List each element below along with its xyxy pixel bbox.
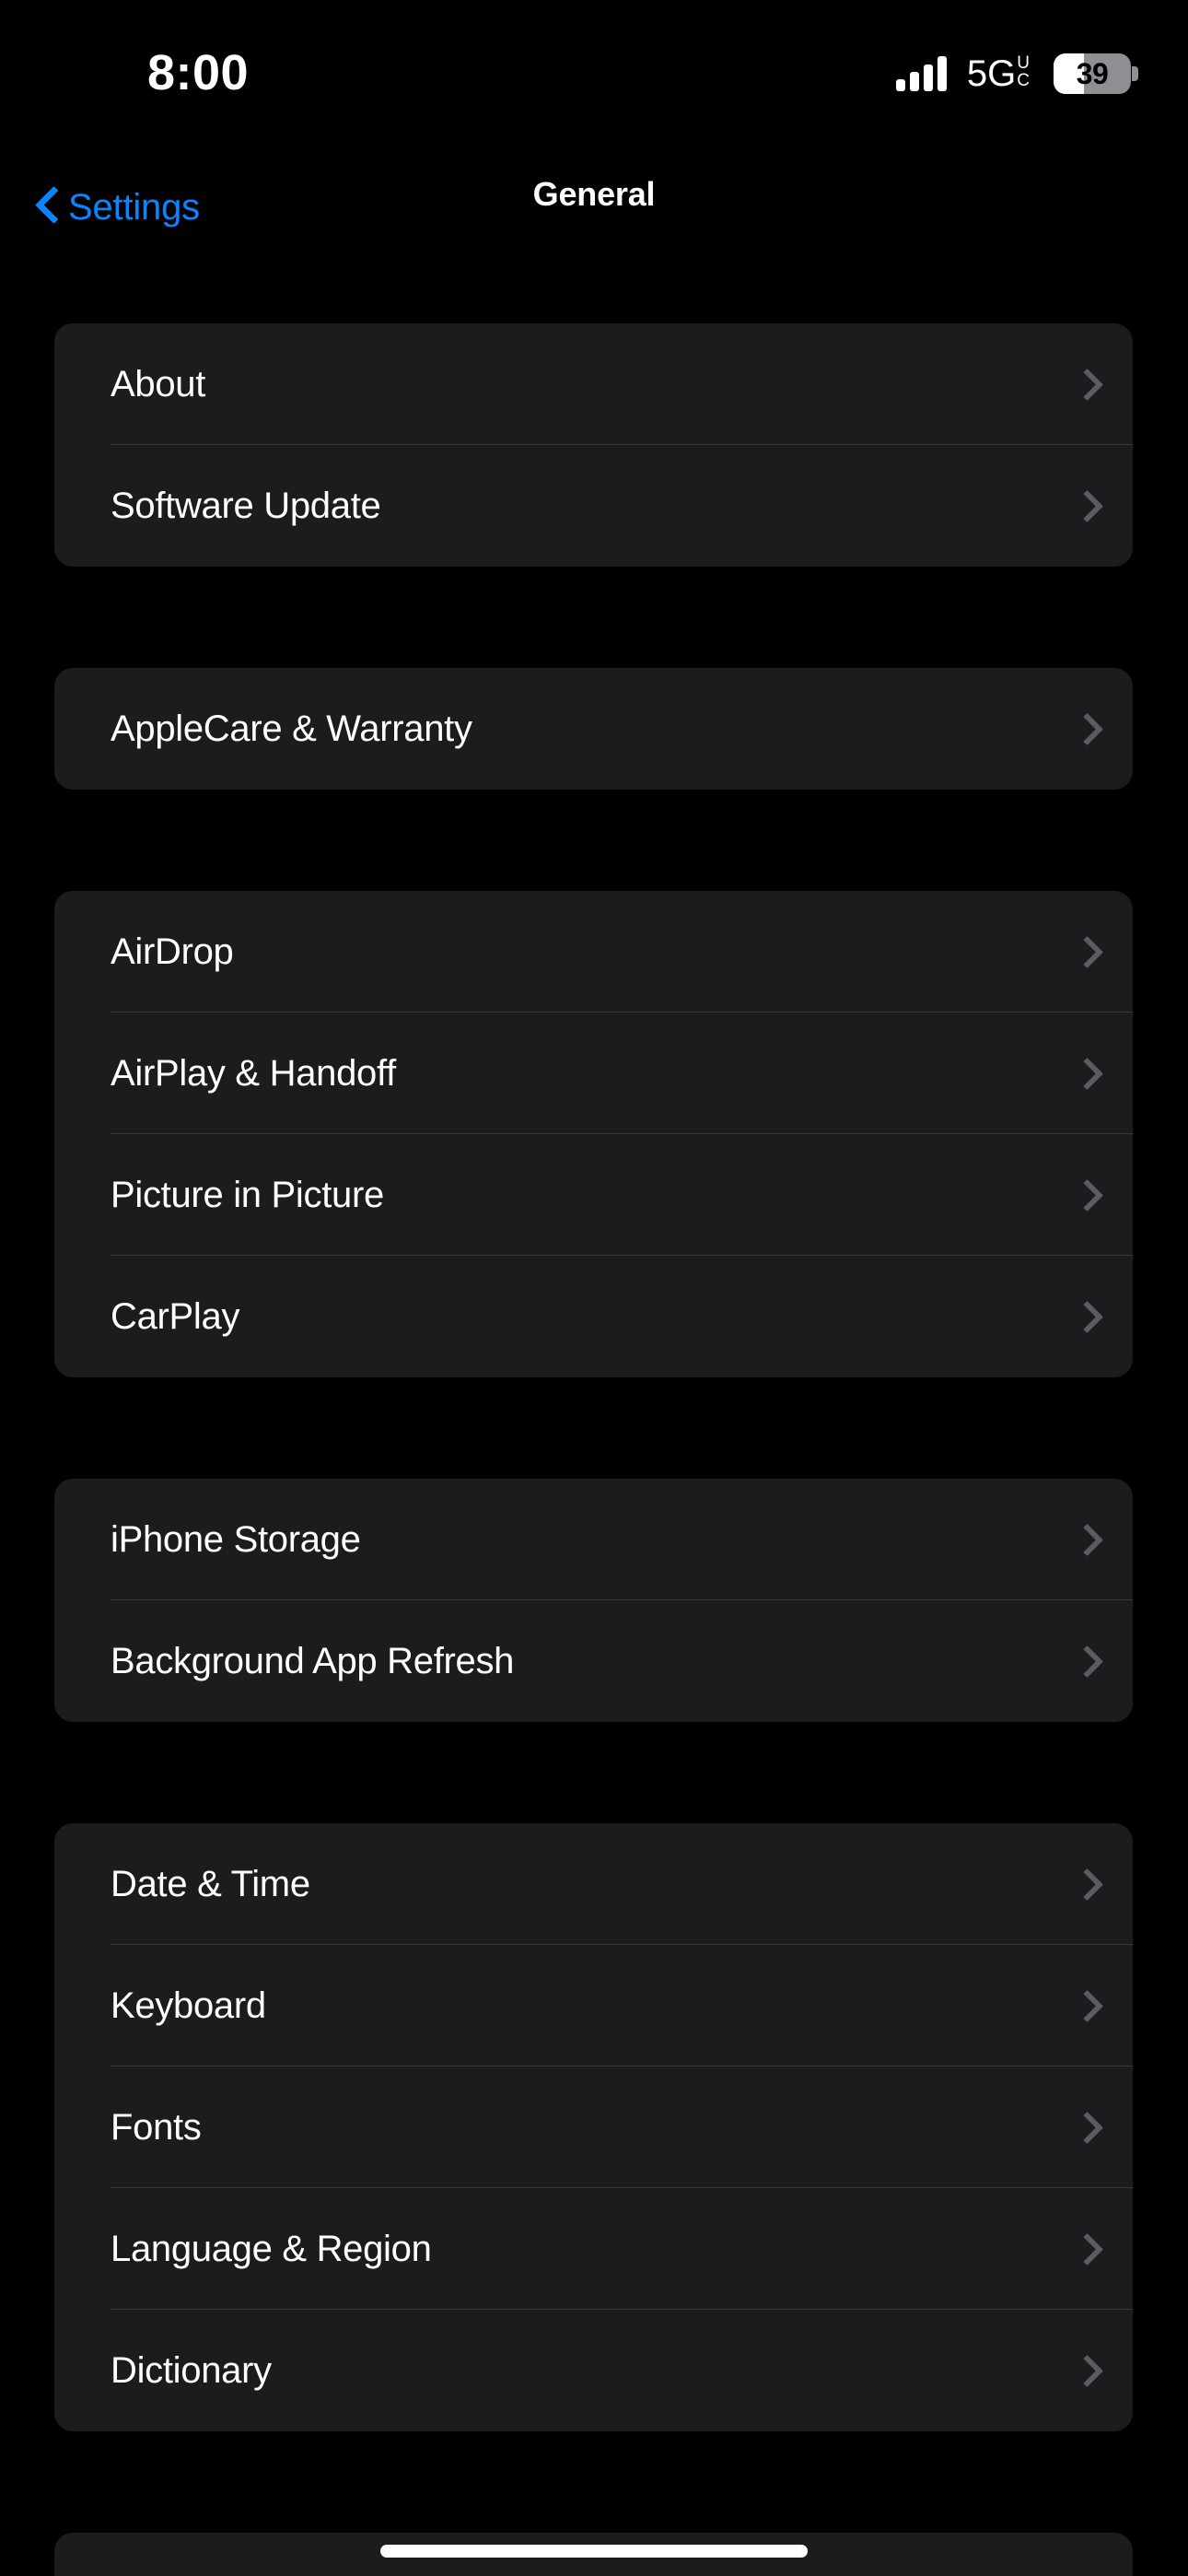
chevron-right-icon	[1076, 712, 1094, 745]
chevron-right-icon	[1076, 2354, 1094, 2387]
status-bar-indicators: 5G U C 39	[895, 53, 1138, 94]
settings-row-label: Picture in Picture	[111, 1174, 384, 1215]
chevron-right-icon	[1076, 1523, 1094, 1556]
settings-row-label: Dictionary	[111, 2349, 272, 2391]
chevron-right-icon	[1076, 368, 1094, 401]
settings-row-label: VPN & Device Management	[111, 2573, 1076, 2576]
chevron-right-icon	[1076, 935, 1094, 968]
settings-row-label: CarPlay	[111, 1295, 240, 1337]
network-suffix-top: U	[1017, 53, 1030, 73]
chevron-right-icon	[1076, 1178, 1094, 1212]
settings-row[interactable]: Background App Refresh	[54, 1600, 1133, 1722]
settings-row-label: AirDrop	[111, 931, 234, 972]
status-bar: 8:00 5G U C 39	[0, 0, 1188, 129]
settings-group-applecare: AppleCare & Warranty	[54, 668, 1133, 790]
settings-row-label: About	[111, 363, 206, 404]
settings-row-label: Fonts	[111, 2106, 202, 2148]
chevron-right-icon	[1076, 1868, 1094, 1901]
settings-group-localization: Date & Time Keyboard Fonts Language & Regio…	[54, 1823, 1133, 2431]
settings-row-label: Language & Region	[111, 2228, 432, 2269]
home-indicator-bar[interactable]	[380, 2545, 808, 2558]
network-type-label: 5G	[966, 53, 1017, 94]
battery-icon: 39	[1054, 53, 1138, 94]
settings-row-label: Keyboard	[111, 1985, 266, 2026]
settings-row-label: AirPlay & Handoff	[111, 1052, 396, 1094]
settings-row[interactable]: AppleCare & Warranty	[54, 668, 1133, 790]
settings-row-label: Date & Time	[111, 1863, 310, 1904]
settings-list: About Software Update AppleCare & Warranty…	[54, 323, 1133, 2576]
battery-cap	[1132, 66, 1138, 81]
chevron-right-icon	[1076, 1057, 1094, 1090]
settings-row-label: iPhone Storage	[111, 1518, 361, 1560]
settings-row[interactable]: Dictionary	[54, 2310, 1133, 2431]
network-suffix-bottom: C	[1017, 71, 1030, 90]
settings-group-storage: iPhone Storage Background App Refresh	[54, 1479, 1133, 1722]
settings-row-label: AppleCare & Warranty	[111, 708, 472, 749]
status-bar-time: 8:00	[146, 45, 250, 100]
settings-row[interactable]: CarPlay	[54, 1256, 1133, 1377]
chevron-right-icon	[1076, 489, 1094, 522]
battery-percent-label: 39	[1076, 56, 1109, 90]
settings-row[interactable]: Fonts	[54, 2067, 1133, 2188]
chevron-right-icon	[1076, 2111, 1094, 2144]
settings-row[interactable]: Language & Region	[54, 2188, 1133, 2310]
settings-row[interactable]: Picture in Picture	[54, 1134, 1133, 1256]
chevron-right-icon	[1076, 1645, 1094, 1678]
settings-row[interactable]: Software Update	[54, 445, 1133, 567]
settings-group-device-info: About Software Update	[54, 323, 1133, 567]
settings-row-label: Software Update	[111, 485, 381, 526]
cellular-signal-icon	[895, 56, 947, 91]
chevron-right-icon	[1076, 1300, 1094, 1333]
chevron-right-icon	[1076, 1989, 1094, 2022]
5g-uc-indicator: 5G U C	[966, 53, 1030, 94]
settings-row[interactable]: Date & Time	[54, 1823, 1133, 1945]
navigation-bar: Settings General	[0, 170, 1188, 253]
settings-row[interactable]: iPhone Storage	[54, 1479, 1133, 1600]
settings-row[interactable]: About	[54, 323, 1133, 445]
settings-row[interactable]: AirDrop	[54, 891, 1133, 1013]
settings-row-label: Background App Refresh	[111, 1640, 515, 1681]
settings-group-connectivity: AirDrop AirPlay & Handoff Picture in Pictu…	[54, 891, 1133, 1377]
chevron-right-icon	[1076, 2232, 1094, 2266]
page-title: General	[532, 175, 656, 213]
settings-row[interactable]: AirPlay & Handoff	[54, 1013, 1133, 1134]
settings-row[interactable]: Keyboard	[54, 1945, 1133, 2067]
